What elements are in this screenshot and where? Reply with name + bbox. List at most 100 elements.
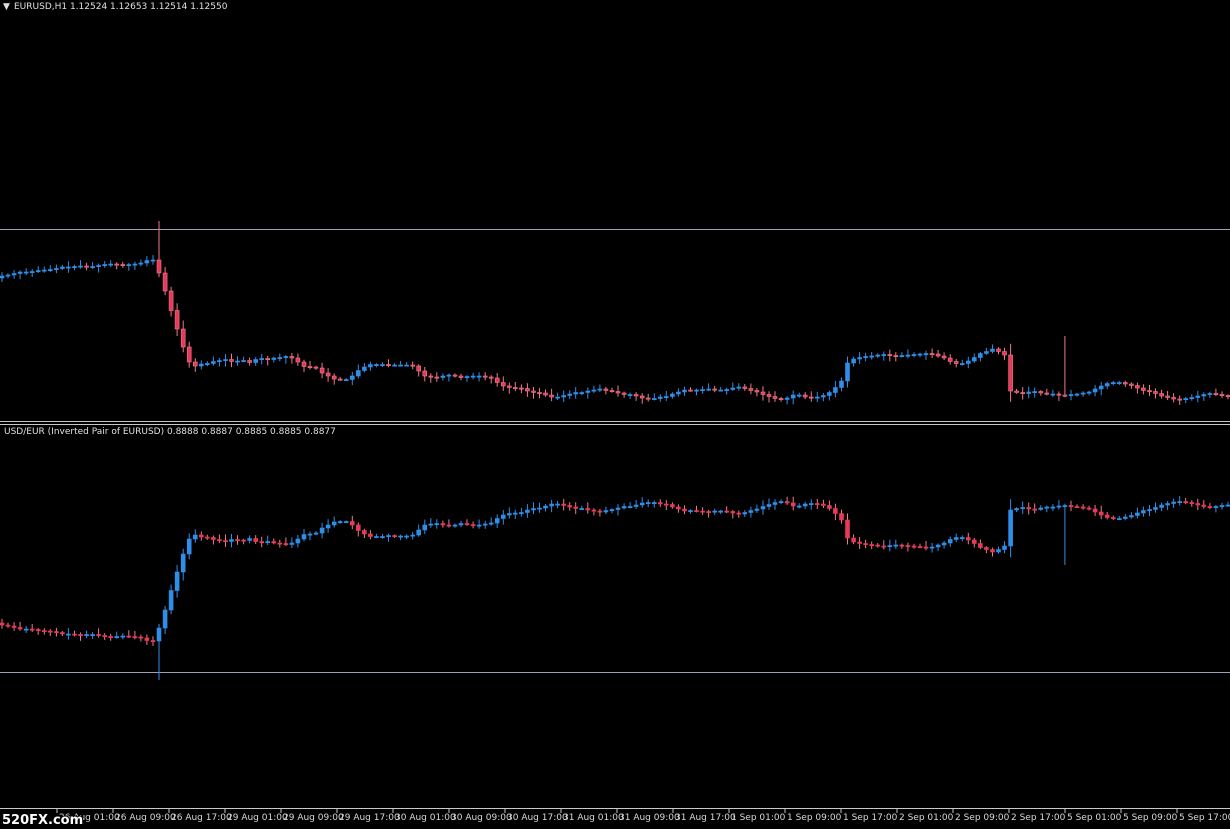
eurusd-candle-body <box>11 273 17 276</box>
eurusd-candle-body <box>543 392 548 396</box>
eurusd-candle-body <box>549 394 554 398</box>
time-axis-label: 5 Sep 09:00 <box>1123 813 1178 823</box>
eurusd-candle-body <box>295 357 301 363</box>
usdeur-candle-body <box>935 544 941 548</box>
usdeur-candle-body <box>271 541 277 544</box>
usdeur-candle-body <box>186 538 192 555</box>
price-chart-area[interactable]: 26 Aug 01:0026 Aug 09:0026 Aug 17:0029 A… <box>0 0 1230 829</box>
usdeur-candle-body <box>863 543 868 546</box>
usdeur-candle-body <box>839 513 844 521</box>
eurusd-candle-body <box>1153 391 1158 394</box>
usdeur-candle-body <box>47 630 53 633</box>
eurusd-candle-body <box>597 388 603 391</box>
usdeur-candle-body <box>512 512 518 515</box>
usdeur-candle-body <box>978 543 983 548</box>
eurusd-candle-body <box>72 266 77 269</box>
usdeur-candle-body <box>150 640 156 643</box>
usdeur-candle-body <box>760 506 766 510</box>
usdeur-candle-body <box>1092 508 1098 513</box>
eurusd-candle-body <box>506 385 512 388</box>
usdeur-candle-body <box>17 627 23 630</box>
usdeur-candle-body <box>90 634 95 637</box>
usdeur-candle-body <box>1195 503 1201 506</box>
eurusd-candle-body <box>905 354 911 357</box>
eurusd-candle-body <box>519 387 524 390</box>
usdeur-candle-body <box>899 544 905 547</box>
usdeur-candle-body <box>1189 502 1195 505</box>
eurusd-candle-body <box>688 389 693 392</box>
usdeur-candle-body <box>1104 514 1110 518</box>
usdeur-candle-body <box>923 546 929 549</box>
eurusd-candle-body <box>579 392 585 395</box>
usdeur-candle-body <box>845 519 850 539</box>
eurusd-candle-body <box>821 395 826 398</box>
eurusd-candle-body <box>362 366 367 371</box>
usdeur-candle-body <box>1153 507 1158 510</box>
usdeur-candle-body <box>482 523 488 526</box>
usdeur-candle-body <box>645 502 651 505</box>
usdeur-candle-body <box>241 539 246 542</box>
eurusd-candle-body <box>440 375 446 378</box>
eurusd-candle-body <box>833 387 838 393</box>
time-axis-label: 5 Sep 17:00 <box>1179 813 1230 823</box>
time-axis-label: 31 Aug 01:00 <box>563 813 624 823</box>
usdeur-candle-body <box>567 505 573 508</box>
eurusd-candle-body <box>54 268 59 271</box>
usdeur-candle-body <box>561 503 567 506</box>
eurusd-candle-body <box>283 356 289 359</box>
usdeur-candle-body <box>519 512 524 515</box>
time-axis-label: 1 Sep 01:00 <box>731 813 786 823</box>
eurusd-candle-body <box>1080 392 1086 395</box>
usdeur-candle-body <box>1020 507 1026 510</box>
eurusd-candle-body <box>476 375 482 378</box>
eurusd-candle-body <box>271 357 277 360</box>
eurusd-candle-body <box>84 265 89 268</box>
eurusd-candle-body <box>1195 395 1201 398</box>
usdeur-candle-body <box>319 527 325 534</box>
usdeur-candle-body <box>35 629 41 632</box>
chart-background <box>0 0 1230 829</box>
eurusd-candle-body <box>561 395 567 398</box>
eurusd-candle-body <box>1074 393 1080 396</box>
usdeur-candle-body <box>990 549 995 553</box>
usdeur-candle-body <box>555 503 560 506</box>
time-axis-label: 26 Aug 09:00 <box>115 813 176 823</box>
time-axis-label: 1 Sep 17:00 <box>843 813 898 823</box>
usdeur-candle-body <box>724 510 730 513</box>
eurusd-candle-body <box>47 269 53 272</box>
eurusd-candle-body <box>35 270 41 273</box>
eurusd-candle-body <box>434 376 440 379</box>
eurusd-candle-body <box>929 353 935 356</box>
eurusd-candle-body <box>603 388 609 391</box>
usdeur-candle-body <box>1086 507 1092 510</box>
eurusd-candle-body <box>730 387 736 390</box>
eurusd-candle-body <box>827 392 832 396</box>
usdeur-candle-body <box>0 622 5 626</box>
usdeur-candle-body <box>235 539 240 542</box>
usdeur-candle-body <box>84 634 89 637</box>
usdeur-candle-body <box>1123 516 1128 519</box>
usdeur-candle-body <box>174 571 180 591</box>
usdeur-candle-body <box>277 542 283 545</box>
usdeur-candle-body <box>1032 508 1037 511</box>
eurusd-candle-body <box>205 363 210 366</box>
usdeur-candle-body <box>573 506 579 509</box>
eurusd-candle-body <box>947 357 953 362</box>
usdeur-candle-body <box>223 540 228 543</box>
eurusd-candle-body <box>1111 382 1116 385</box>
usdeur-candle-body <box>1129 515 1134 518</box>
usdeur-candle-body <box>821 503 826 506</box>
usdeur-candle-body <box>766 504 772 507</box>
usdeur-candle-body <box>452 524 458 527</box>
collapse-triangle-icon[interactable]: ▼ <box>3 2 10 12</box>
eurusd-candle-body <box>96 265 101 268</box>
eurusd-candle-body <box>857 357 862 360</box>
usdeur-candle-body <box>229 539 234 542</box>
usdeur-candle-body <box>54 631 59 634</box>
eurusd-candle-body <box>235 360 240 363</box>
usdeur-candle-body <box>1213 506 1219 509</box>
eurusd-candle-body <box>349 375 355 380</box>
usdeur-candle-body <box>23 628 29 631</box>
usdeur-candle-body <box>676 506 681 510</box>
usdeur-candle-body <box>11 625 17 628</box>
